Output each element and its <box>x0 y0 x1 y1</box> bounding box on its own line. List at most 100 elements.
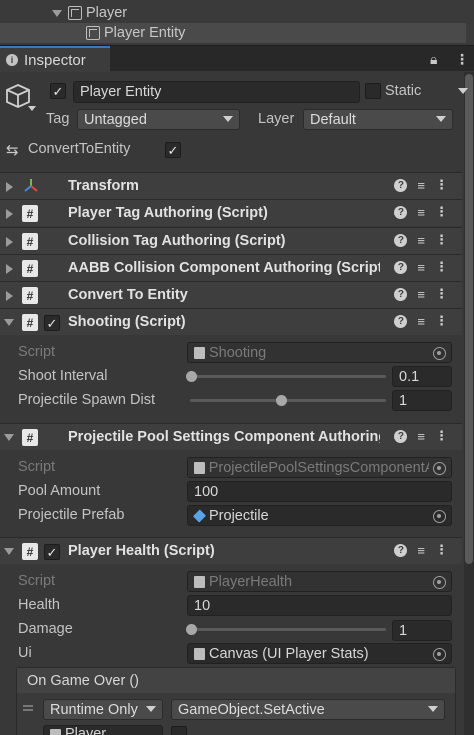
help-icon[interactable]: ? <box>394 205 408 219</box>
settings-sliders-icon[interactable]: ≡ <box>417 233 425 248</box>
hierarchy-item-player[interactable]: Player <box>52 3 127 23</box>
help-icon[interactable]: ? <box>394 260 408 274</box>
help-icon[interactable]: ? <box>394 287 408 301</box>
component-header-projectile-pool[interactable]: # Projectile Pool Settings Component Aut… <box>0 423 462 450</box>
gameobject-name-field[interactable]: Player Entity <box>73 81 360 103</box>
projectile-prefab-label: Projectile Prefab <box>18 507 125 523</box>
hierarchy-label: Player Entity <box>104 25 186 41</box>
pool-amount-label: Pool Amount <box>18 483 101 499</box>
event-target-field[interactable]: Player <box>43 725 163 735</box>
hierarchy-item-player-entity[interactable]: Player Entity <box>0 23 466 43</box>
script-label: Script <box>18 573 56 589</box>
more-menu-icon[interactable]: ⋮ <box>435 232 448 248</box>
component-header-shooting[interactable]: # ✓ Shooting (Script) ? ≡ ⋮ <box>0 308 462 335</box>
component-header-player-tag-authoring[interactable]: # Player Tag Authoring (Script) ? ≡ ⋮ <box>0 199 462 226</box>
object-picker-icon[interactable] <box>433 648 446 661</box>
health-field[interactable]: 10 <box>187 595 452 616</box>
settings-sliders-icon[interactable]: ≡ <box>417 178 425 193</box>
help-icon[interactable]: ? <box>394 314 408 328</box>
shoot-interval-slider-knob[interactable] <box>186 371 197 382</box>
foldout-arrow-icon[interactable] <box>6 237 13 247</box>
icon-dropdown-caret-icon[interactable] <box>28 106 36 111</box>
inspector-tabbar: i Inspector 🔒︎ ⋮ <box>0 45 474 72</box>
shoot-interval-slider-track[interactable] <box>190 375 386 378</box>
foldout-arrow-icon[interactable] <box>4 434 14 441</box>
settings-sliders-icon[interactable]: ≡ <box>417 205 425 220</box>
component-title: Shooting (Script) <box>68 314 186 330</box>
drag-handle-icon[interactable] <box>23 705 33 707</box>
lock-icon[interactable]: 🔒︎ <box>430 51 437 68</box>
help-icon[interactable]: ? <box>394 429 408 443</box>
chevron-down-icon <box>436 116 446 122</box>
object-picker-icon[interactable] <box>433 510 446 523</box>
chevron-down-icon <box>223 116 233 122</box>
help-icon[interactable]: ? <box>394 543 408 557</box>
foldout-arrow-icon[interactable] <box>6 209 13 219</box>
settings-sliders-icon[interactable]: ≡ <box>417 543 425 558</box>
help-icon[interactable]: ? <box>394 178 408 192</box>
settings-sliders-icon[interactable]: ≡ <box>417 287 425 302</box>
foldout-arrow-icon[interactable] <box>6 264 13 274</box>
shoot-interval-field[interactable]: 0.1 <box>392 366 452 387</box>
more-menu-icon[interactable]: ⋮ <box>455 51 469 68</box>
damage-slider-knob[interactable] <box>186 624 197 635</box>
more-menu-icon[interactable]: ⋮ <box>435 542 448 558</box>
function-dropdown[interactable]: GameObject.SetActive <box>171 699 445 720</box>
component-header-aabb-collision[interactable]: # AABB Collision Component Authoring (Sc… <box>0 254 462 281</box>
more-menu-icon[interactable]: ⋮ <box>435 286 448 302</box>
active-checkbox[interactable]: ✓ <box>50 83 66 99</box>
more-menu-icon[interactable]: ⋮ <box>435 313 448 329</box>
ui-field[interactable]: Canvas (UI Player Stats) <box>187 643 452 664</box>
component-title: Player Tag Authoring (Script) <box>68 205 268 221</box>
on-game-over-event: On Game Over () Runtime Only GameObject.… <box>16 667 456 735</box>
more-menu-icon[interactable]: ⋮ <box>435 177 448 193</box>
shoot-interval-label: Shoot Interval <box>18 368 108 384</box>
more-menu-icon[interactable]: ⋮ <box>435 204 448 220</box>
script-icon: # <box>22 543 38 560</box>
more-menu-icon[interactable]: ⋮ <box>435 259 448 275</box>
settings-sliders-icon[interactable]: ≡ <box>417 260 425 275</box>
damage-slider-track[interactable] <box>190 628 386 631</box>
component-header-icons: ? ≡ ⋮ <box>394 286 448 302</box>
chevron-down-icon[interactable] <box>52 9 62 17</box>
foldout-arrow-icon[interactable] <box>4 319 14 326</box>
projectile-prefab-field[interactable]: Projectile <box>187 505 452 526</box>
tag-dropdown[interactable]: Untagged <box>77 109 240 130</box>
settings-sliders-icon[interactable]: ≡ <box>417 314 425 329</box>
event-title-text: On Game Over () <box>27 672 139 689</box>
scrollbar-thumb[interactable] <box>465 74 473 564</box>
component-header-player-health[interactable]: # ✓ Player Health (Script) ? ≡ ⋮ <box>0 537 462 564</box>
foldout-arrow-icon[interactable] <box>4 548 14 555</box>
settings-sliders-icon[interactable]: ≡ <box>417 429 425 444</box>
tab-inspector[interactable]: i Inspector <box>0 46 110 72</box>
runtime-dropdown[interactable]: Runtime Only <box>43 699 163 720</box>
foldout-arrow-icon[interactable] <box>6 291 13 301</box>
component-header-icons: ? ≡ ⋮ <box>394 313 448 329</box>
foldout-arrow-icon[interactable] <box>6 182 13 192</box>
chevron-down-icon <box>146 706 156 712</box>
script-field: ProjectilePoolSettingsComponentAuthoring <box>187 457 452 478</box>
pool-amount-field[interactable]: 100 <box>187 481 452 502</box>
component-header-transform[interactable]: Transform ? ≡ ⋮ <box>0 172 462 199</box>
convert-to-entity-checkbox[interactable]: ✓ <box>165 142 181 158</box>
component-title: AABB Collision Component Authoring (Scri… <box>68 260 380 276</box>
help-icon[interactable]: ? <box>394 233 408 247</box>
component-enabled-checkbox[interactable]: ✓ <box>44 315 60 331</box>
component-header-icons: ? ≡ ⋮ <box>394 428 448 444</box>
spawn-dist-slider-knob[interactable] <box>276 395 287 406</box>
prefab-icon <box>192 508 207 523</box>
component-enabled-checkbox[interactable]: ✓ <box>44 544 60 560</box>
static-checkbox[interactable] <box>365 83 381 99</box>
component-header-convert-to-entity[interactable]: # Convert To Entity ? ≡ ⋮ <box>0 281 462 308</box>
layer-dropdown[interactable]: Default <box>303 109 453 130</box>
prefab-value: Projectile <box>209 507 269 524</box>
component-header-collision-tag-authoring[interactable]: # Collision Tag Authoring (Script) ? ≡ ⋮ <box>0 227 462 254</box>
set-active-checkbox[interactable] <box>171 726 187 735</box>
convert-arrows-icon: ⇆ <box>6 142 19 159</box>
spawn-dist-field[interactable]: 1 <box>392 390 452 411</box>
spawn-dist-slider-track[interactable] <box>190 399 386 402</box>
damage-field[interactable]: 1 <box>392 620 452 641</box>
static-dropdown-caret-icon[interactable] <box>458 88 468 94</box>
component-header-icons: ? ≡ ⋮ <box>394 542 448 558</box>
more-menu-icon[interactable]: ⋮ <box>435 428 448 444</box>
